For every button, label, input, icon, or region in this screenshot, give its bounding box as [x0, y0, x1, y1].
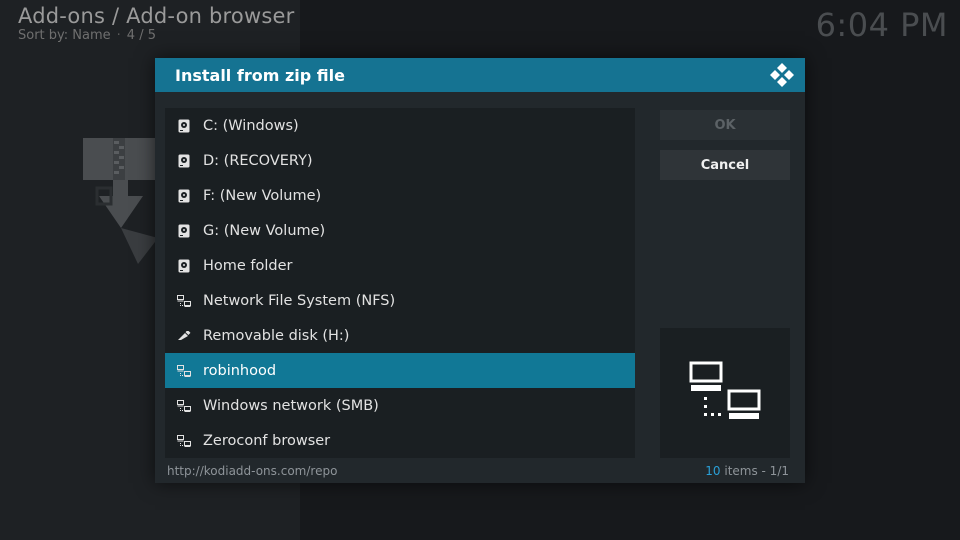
source-list[interactable]: C: (Windows) D: (RECOVERY) F: (New Volume)… — [165, 108, 635, 458]
item-count-number: 10 — [705, 464, 721, 478]
list-item[interactable]: Windows network (SMB) — [165, 388, 635, 423]
usb-icon — [177, 329, 191, 343]
list-item-label: Home folder — [203, 257, 293, 274]
clock: 6:04 PM — [815, 6, 948, 44]
hard-drive-icon — [177, 154, 191, 168]
list-item-label: Windows network (SMB) — [203, 397, 379, 414]
cancel-button[interactable]: Cancel — [660, 150, 790, 180]
item-count-suffix: items - 1/1 — [720, 464, 789, 478]
hard-drive-icon — [177, 224, 191, 238]
breadcrumb: Add-ons / Add-on browser — [18, 4, 295, 28]
network-icon — [689, 361, 761, 419]
list-item-label: G: (New Volume) — [203, 222, 326, 239]
network-icon — [177, 399, 191, 413]
list-item-label: Removable disk (H:) — [203, 327, 350, 344]
network-icon — [177, 294, 191, 308]
list-item-label: F: (New Volume) — [203, 187, 322, 204]
network-preview — [660, 328, 790, 458]
list-item[interactable]: F: (New Volume) — [165, 178, 635, 213]
list-item[interactable]: robinhood — [165, 353, 635, 388]
dialog-title: Install from zip file — [175, 65, 345, 85]
kodi-logo-icon — [770, 63, 794, 87]
list-item[interactable]: D: (RECOVERY) — [165, 143, 635, 178]
sort-label[interactable]: Sort by: Name — [18, 28, 111, 43]
ok-button[interactable]: OK — [660, 110, 790, 140]
list-item[interactable]: G: (New Volume) — [165, 213, 635, 248]
list-item-label: Network File System (NFS) — [203, 292, 396, 309]
list-item-label: C: (Windows) — [203, 117, 299, 134]
network-icon — [177, 364, 191, 378]
list-item-label: robinhood — [203, 362, 277, 379]
zip-install-icon — [83, 138, 158, 264]
list-item[interactable]: Home folder — [165, 248, 635, 283]
item-count: 10 items - 1/1 — [705, 464, 789, 478]
hard-drive-icon — [177, 119, 191, 133]
install-from-zip-dialog: Install from zip file C: (Windows) D: (RE… — [155, 58, 805, 483]
list-item-label: Zeroconf browser — [203, 432, 331, 449]
network-icon — [177, 434, 191, 448]
list-item-label: D: (RECOVERY) — [203, 152, 313, 169]
list-item[interactable]: Removable disk (H:) — [165, 318, 635, 353]
list-item[interactable]: C: (Windows) — [165, 108, 635, 143]
hard-drive-icon — [177, 259, 191, 273]
list-item[interactable]: Network File System (NFS) — [165, 283, 635, 318]
separator: · — [116, 28, 121, 43]
dialog-header: Install from zip file — [155, 58, 805, 92]
current-path: http://kodiadd-ons.com/repo — [167, 464, 338, 478]
sort-info: Sort by: Name · 4 / 5 — [18, 28, 156, 43]
item-position: 4 / 5 — [126, 28, 156, 43]
hard-drive-icon — [177, 189, 191, 203]
list-item[interactable]: Zeroconf browser — [165, 423, 635, 458]
